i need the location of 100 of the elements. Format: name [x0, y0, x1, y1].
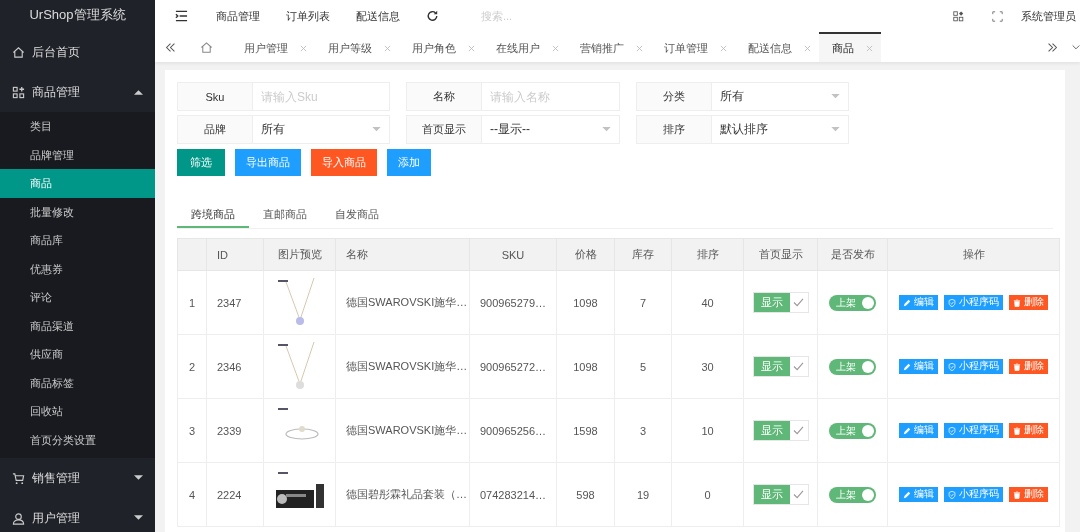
column-header: 操作	[887, 238, 1060, 271]
action-button[interactable]: 筛选	[177, 149, 225, 176]
table-cell: 10	[671, 398, 744, 463]
table-cell: 30	[671, 334, 744, 399]
caret-icon	[831, 127, 840, 132]
select-field[interactable]: --显示--	[482, 115, 620, 144]
sub-tab[interactable]: 跨境商品	[177, 201, 249, 228]
close-icon[interactable]	[804, 44, 811, 52]
sidebar-item[interactable]: 商品标签	[0, 368, 155, 397]
fullscreen-icon[interactable]	[992, 10, 1003, 22]
page-tab[interactable]: 商品	[819, 32, 881, 62]
home-icon[interactable]	[200, 40, 213, 54]
sidebar-item[interactable]: 供应商	[0, 340, 155, 369]
field-label: 品牌	[177, 115, 253, 144]
sidebar-group[interactable]: 后台首页	[0, 32, 155, 72]
sidebar-item[interactable]: 类目	[0, 112, 155, 141]
close-icon[interactable]	[468, 44, 475, 52]
column-header: 名称	[335, 238, 470, 271]
column-header: 库存	[614, 238, 672, 271]
close-icon[interactable]	[866, 44, 873, 52]
field-label: 排序	[636, 115, 712, 144]
header-link[interactable]: 配送信息	[356, 8, 400, 24]
pencil-icon	[903, 298, 911, 307]
sidebar-item[interactable]: 商品	[0, 169, 155, 198]
table-cell: 2347	[206, 270, 264, 335]
apps-icon[interactable]	[953, 10, 964, 22]
scroll-left-icon[interactable]	[165, 41, 176, 53]
sidebar-item[interactable]: 批量修改	[0, 197, 155, 226]
table-cell: 074283214…	[469, 462, 557, 527]
menu-label: 用户管理	[32, 509, 81, 527]
row-number: 4	[177, 462, 207, 527]
page-tab[interactable]: 订单管理	[651, 32, 735, 62]
column-header: 排序	[671, 238, 744, 271]
table-cell: 2224	[206, 462, 264, 527]
table-cell: 1098	[556, 334, 615, 399]
select-field[interactable]: 所有	[712, 82, 849, 111]
check-icon	[793, 490, 804, 499]
sidebar-group[interactable]: 商品管理	[0, 72, 155, 112]
app-title: UrShop管理系统	[28, 6, 127, 24]
menu-icon[interactable]	[175, 10, 188, 22]
table-cell: 5	[614, 334, 672, 399]
sidebar-item[interactable]: 品牌管理	[0, 140, 155, 169]
page-tab[interactable]: 用户角色	[399, 32, 483, 62]
row-number: 1	[177, 270, 207, 335]
refresh-icon[interactable]	[426, 10, 439, 22]
table-cell: 德国碧彤霖礼品套装（…	[335, 462, 470, 527]
shield-check-icon	[948, 362, 956, 371]
table-cell: 598	[556, 462, 615, 527]
trash-icon	[1013, 362, 1021, 371]
sidebar-item[interactable]: 商品渠道	[0, 311, 155, 340]
column-header: 价格	[556, 238, 615, 271]
page-tab[interactable]: 营销推广	[567, 32, 651, 62]
sub-tab[interactable]: 直邮商品	[249, 201, 321, 228]
close-icon[interactable]	[384, 44, 391, 52]
scroll-right-icon[interactable]	[1047, 41, 1058, 53]
sidebar-item[interactable]: 商品库	[0, 226, 155, 255]
page-tab[interactable]: 用户等级	[315, 32, 399, 62]
sub-tab[interactable]: 自发商品	[321, 201, 393, 228]
close-icon[interactable]	[636, 44, 643, 52]
trash-icon	[1013, 490, 1021, 499]
menu-label: 后台首页	[32, 43, 81, 61]
caret-icon	[831, 94, 840, 99]
page-tab[interactable]: 用户管理	[231, 32, 315, 62]
sidebar-item[interactable]: 首页分类设置	[0, 425, 155, 454]
sidebar-item[interactable]: 评论	[0, 283, 155, 312]
menu-label: 商品管理	[32, 83, 81, 101]
column-header: SKU	[469, 238, 557, 271]
table-cell: 7	[614, 270, 672, 335]
table-cell: 3	[614, 398, 672, 463]
sidebar-item[interactable]: 回收站	[0, 397, 155, 426]
sidebar-group[interactable]: 用户管理	[0, 498, 155, 532]
check-icon	[793, 426, 804, 435]
table-cell: 2346	[206, 334, 264, 399]
field-label: 名称	[406, 82, 482, 111]
shield-check-icon	[948, 490, 956, 499]
home-icon	[12, 45, 25, 59]
sidebar-group[interactable]: 销售管理	[0, 458, 155, 498]
column-header: 是否发布	[817, 238, 888, 271]
shield-check-icon	[948, 298, 956, 307]
check-icon	[793, 362, 804, 371]
field-label: 分类	[636, 82, 712, 111]
user-name[interactable]: 系统管理员	[1021, 8, 1076, 24]
caret-icon	[134, 89, 143, 95]
table-cell: 德国SWAROVSKI施华…	[335, 398, 470, 463]
select-field[interactable]: 所有	[253, 115, 390, 144]
page-tab[interactable]: 配送信息	[735, 32, 819, 62]
caret-icon	[134, 515, 143, 521]
header-link[interactable]: 商品管理	[216, 8, 260, 24]
close-icon[interactable]	[300, 44, 307, 52]
pencil-icon	[903, 490, 911, 499]
column-header: 首页显示	[743, 238, 818, 271]
close-icon[interactable]	[720, 44, 727, 52]
page-tab[interactable]: 在线用户	[483, 32, 567, 62]
header-link[interactable]: 订单列表	[286, 8, 330, 24]
field-label: 首页显示	[406, 115, 482, 144]
sidebar-item[interactable]: 优惠券	[0, 254, 155, 283]
close-icon[interactable]	[552, 44, 559, 52]
menu-label: 销售管理	[32, 469, 81, 487]
grid-icon	[12, 85, 25, 99]
select-field[interactable]: 默认排序	[712, 115, 849, 144]
